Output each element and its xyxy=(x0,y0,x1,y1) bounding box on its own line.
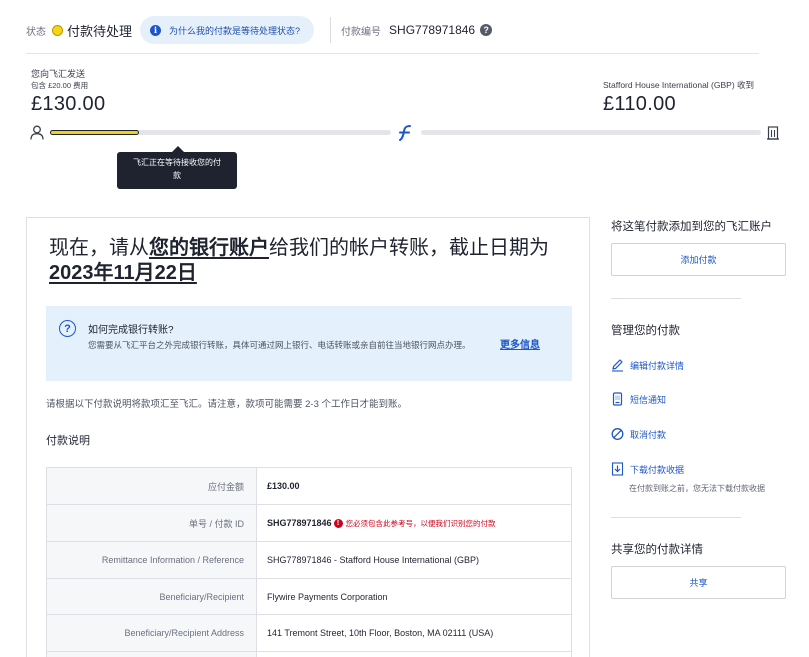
row-value: 141 Tremont Street, 10th Floor, Boston, … xyxy=(256,614,572,652)
table-row xyxy=(46,651,572,657)
info-box-title: 如何完成银行转账? xyxy=(88,325,174,336)
edit-payment-label: 编辑付款详情 xyxy=(630,360,685,371)
warning-icon: ! xyxy=(333,518,343,528)
heading-middle: 给我们的帐户转账，截止日期为 xyxy=(269,237,549,259)
section-title: 付款说明 xyxy=(46,435,90,447)
table-row: Remittance Information / Reference SHG77… xyxy=(46,541,572,579)
payment-id-label: 付款编号 xyxy=(341,26,382,38)
fee-note: 包含 £20.00 费用 xyxy=(31,81,89,90)
download-note: 在付款到账之前，您无法下载付款收据 xyxy=(629,484,765,493)
row-key: Beneficiary/Recipient xyxy=(46,578,257,615)
payment-details-table: 应付金额 £130.00 单号 / 付款 ID SHG778971846! 您必须… xyxy=(46,467,572,657)
download-icon xyxy=(611,462,624,476)
info-icon: i xyxy=(150,24,162,36)
header-divider xyxy=(330,17,332,43)
receive-amount: £110.00 xyxy=(603,93,676,115)
instruction-text: 请根据以下付款说明将款项汇至飞汇。请注意，款项可能需要 2-3 个工作日才能到账… xyxy=(46,399,408,410)
row-value-cell: SHG778971846! 您必须包含此参考号，以便我们识别您的付款 xyxy=(256,504,572,542)
due-date: 2023年11月22日 xyxy=(49,262,197,284)
page-title: 现在，请从您的银行账户给我们的帐户转账，截止日期为 2023年11月22日 xyxy=(49,236,569,286)
help-icon[interactable]: ? xyxy=(480,24,493,36)
progress-fill xyxy=(50,130,139,135)
payment-instructions-card: 现在，请从您的银行账户给我们的帐户转账，截止日期为 2023年11月22日 ? … xyxy=(26,217,590,657)
table-row: Beneficiary/Recipient Flywire Payments C… xyxy=(46,578,572,615)
bank-transfer-info-box: ? 如何完成银行转账? 您需要从飞汇平台之外完成银行转账，具体可通过网上银行、电… xyxy=(46,306,572,381)
flywire-logo-icon xyxy=(399,125,411,141)
row-key: Remittance Information / Reference xyxy=(46,541,257,579)
more-info-link[interactable]: 更多信息 xyxy=(500,336,540,351)
why-pending-link[interactable]: i 为什么我的付款是等待处理状态? xyxy=(140,16,315,44)
receiver-label: Stafford House International (GBP) 收到 xyxy=(603,80,755,90)
edit-payment-link[interactable]: 编辑付款详情 xyxy=(611,358,684,372)
row-value: SHG778971846 xyxy=(267,517,332,528)
phone-icon xyxy=(612,392,623,406)
reference-warning: 您必须包含此参考号，以便我们识别您的付款 xyxy=(345,518,496,528)
send-label: 您向飞汇发送 xyxy=(31,69,86,79)
row-key xyxy=(46,651,257,657)
sidebar-divider xyxy=(611,298,741,299)
question-icon: ? xyxy=(59,320,76,337)
add-payment-button[interactable]: 添加付款 xyxy=(611,243,786,276)
download-receipt-link[interactable]: 下载付款收据 xyxy=(611,462,684,476)
sidebar-divider xyxy=(611,517,741,518)
share-details-title: 共享您的付款详情 xyxy=(611,544,703,556)
person-icon xyxy=(30,125,44,140)
table-row: Beneficiary/Recipient Address 141 Tremon… xyxy=(46,614,572,652)
table-row: 单号 / 付款 ID SHG778971846! 您必须包含此参考号，以便我们识别… xyxy=(46,504,572,542)
why-pending-text: 为什么我的付款是等待处理状态? xyxy=(169,25,301,36)
row-value: Flywire Payments Corporation xyxy=(256,578,572,615)
sms-notification-link[interactable]: 短信通知 xyxy=(611,392,666,406)
progress-tooltip: 飞汇正在等待接收您的付款 xyxy=(117,146,237,189)
row-key: 单号 / 付款 ID xyxy=(46,504,257,542)
cancel-payment-link[interactable]: 取消付款 xyxy=(611,427,666,441)
bank-account-link: 您的银行账户 xyxy=(149,237,269,259)
info-box-text: 您需要从飞汇平台之外完成银行转账，具体可通过网上银行、电话转账或亲自前往当地银行… xyxy=(88,340,471,350)
send-amount: £130.00 xyxy=(31,93,106,115)
heading-prefix: 现在，请从 xyxy=(49,237,149,259)
status-label: 状态 xyxy=(26,26,46,38)
pencil-icon xyxy=(612,359,623,372)
download-receipt-label: 下载付款收据 xyxy=(630,464,685,475)
header-divider-line xyxy=(26,53,759,54)
row-value xyxy=(256,651,572,657)
progress-track-recipient xyxy=(421,130,761,135)
add-to-account-title: 将这笔付款添加到您的飞汇账户 xyxy=(611,221,772,233)
status-bar: 状态 付款待处理 i 为什么我的付款是等待处理状态? 付款编号 SHG77897… xyxy=(26,16,493,44)
sms-notification-label: 短信通知 xyxy=(630,394,667,405)
manage-payment-title: 管理您的付款 xyxy=(611,325,680,337)
table-row: 应付金额 £130.00 xyxy=(46,467,572,505)
cancel-icon xyxy=(611,428,624,440)
share-button[interactable]: 共享 xyxy=(611,566,786,599)
row-value: £130.00 xyxy=(256,467,572,505)
row-value: SHG778971846 - Stafford House Internatio… xyxy=(256,541,572,579)
cancel-payment-label: 取消付款 xyxy=(630,429,667,440)
bank-building-icon xyxy=(767,126,779,140)
row-key: Beneficiary/Recipient Address xyxy=(46,614,257,652)
progress-track-sender xyxy=(50,130,391,135)
row-key: 应付金额 xyxy=(46,467,257,505)
status-value: 付款待处理 xyxy=(67,23,133,39)
payment-id-value: SHG778971846 xyxy=(389,23,476,37)
status-pending-dot-icon xyxy=(52,24,63,36)
